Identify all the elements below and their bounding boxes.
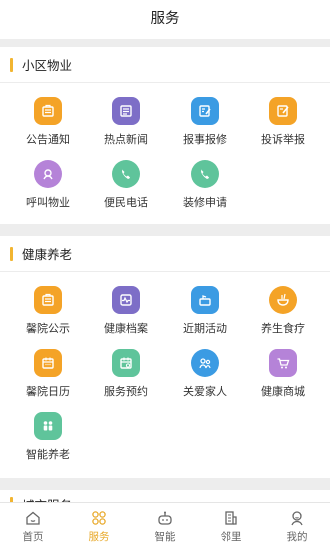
profile-icon	[291, 511, 303, 526]
section-property: 小区物业 公告通知 热点新闻 报事报修 投诉举报 呼叫物业 便民电话 装修申请	[0, 47, 330, 224]
item-label: 热点新闻	[104, 133, 148, 146]
service-item-smart-elderly[interactable]: 智能养老	[7, 412, 89, 472]
renovation-icon	[191, 160, 219, 188]
item-label: 健康商城	[261, 385, 305, 398]
tab-smart[interactable]: 智能	[132, 503, 198, 550]
item-label: 馨院公示	[26, 322, 70, 335]
health-record-icon	[112, 286, 140, 314]
service-icon	[92, 511, 106, 525]
elderly-icon	[34, 412, 62, 440]
section-accent-bar	[10, 57, 13, 72]
service-item-calendar[interactable]: 馨院日历	[7, 349, 89, 409]
tab-label: 邻里	[220, 531, 242, 543]
appointment-icon	[112, 349, 140, 377]
section-health: 健康养老 馨院公示 健康档案 近期活动 养生食疗 馨院日历 服务预约 关爱家人 …	[0, 236, 330, 478]
tab-neighbor[interactable]: 邻里	[198, 503, 264, 550]
bottom-tab-bar: 首页 服务 智能 邻里 我的	[0, 502, 330, 550]
phone-icon	[112, 160, 140, 188]
section-accent-bar	[10, 246, 13, 261]
page-title: 服务	[150, 11, 180, 27]
home-icon	[26, 511, 40, 525]
item-label: 报事报修	[183, 133, 227, 146]
notice-icon	[34, 286, 62, 314]
repair-icon	[191, 97, 219, 125]
section-title: 小区物业	[22, 58, 73, 73]
item-label: 馨院日历	[26, 385, 70, 398]
service-item-call-property[interactable]: 呼叫物业	[7, 160, 89, 220]
tab-label: 服务	[88, 531, 110, 543]
service-item-announcement[interactable]: 馨院公示	[7, 286, 89, 346]
food-icon	[269, 286, 297, 314]
news-icon	[112, 97, 140, 125]
item-label: 服务预约	[104, 385, 148, 398]
cart-icon	[269, 349, 297, 377]
service-item-phone[interactable]: 便民电话	[85, 160, 167, 220]
calendar-icon	[34, 349, 62, 377]
section-header: 健康养老	[0, 236, 330, 272]
item-label: 健康档案	[104, 322, 148, 335]
service-item-notice[interactable]: 公告通知	[7, 97, 89, 157]
item-label: 装修申请	[183, 196, 227, 209]
service-item-news[interactable]: 热点新闻	[85, 97, 167, 157]
service-item-mall[interactable]: 健康商城	[242, 349, 324, 409]
service-item-food[interactable]: 养生食疗	[242, 286, 324, 346]
service-item-family[interactable]: 关爱家人	[164, 349, 246, 409]
item-label: 公告通知	[26, 133, 70, 146]
item-label: 便民电话	[104, 196, 148, 209]
item-label: 智能养老	[26, 448, 70, 461]
tab-service[interactable]: 服务	[66, 503, 132, 550]
tab-home[interactable]: 首页	[0, 503, 66, 550]
activity-icon	[191, 286, 219, 314]
item-label: 近期活动	[183, 322, 227, 335]
service-item-activity[interactable]: 近期活动	[164, 286, 246, 346]
notice-icon	[34, 97, 62, 125]
tab-label: 首页	[22, 531, 44, 543]
service-item-health-record[interactable]: 健康档案	[85, 286, 167, 346]
item-label: 关爱家人	[183, 385, 227, 398]
item-label: 养生食疗	[261, 322, 305, 335]
service-item-appointment[interactable]: 服务预约	[85, 349, 167, 409]
section-header: 小区物业	[0, 47, 330, 83]
tab-mine[interactable]: 我的	[264, 503, 330, 550]
service-item-repair[interactable]: 报事报修	[164, 97, 246, 157]
tab-label: 智能	[154, 531, 176, 543]
section-title: 健康养老	[22, 247, 73, 262]
service-item-complaint[interactable]: 投诉举报	[242, 97, 324, 157]
building-icon	[225, 511, 237, 525]
family-icon	[191, 349, 219, 377]
tab-label: 我的	[286, 531, 308, 543]
robot-icon	[158, 511, 172, 525]
service-item-renovation[interactable]: 装修申请	[164, 160, 246, 220]
complaint-icon	[269, 97, 297, 125]
item-label: 呼叫物业	[26, 196, 70, 209]
item-label: 投诉举报	[261, 133, 305, 146]
page-header: 服务	[0, 0, 330, 39]
call-property-icon	[34, 160, 62, 188]
